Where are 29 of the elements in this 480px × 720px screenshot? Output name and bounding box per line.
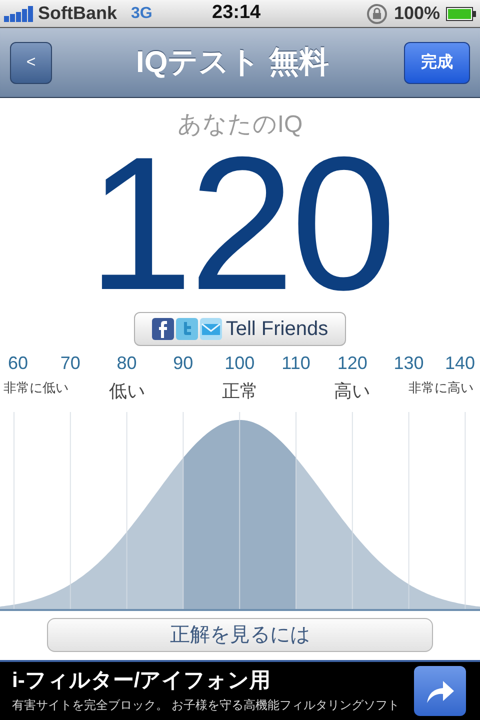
answer-button[interactable]: 正解を見るには: [47, 618, 433, 652]
scale-tick-label: 130: [394, 352, 424, 375]
signal-icon: [4, 6, 36, 22]
scale-tick-label: 80: [116, 352, 137, 375]
scale-tick-label: 120: [337, 352, 368, 375]
ad-title: i-フィルター/アイフォン用: [12, 668, 272, 694]
done-button[interactable]: 完成: [404, 42, 470, 84]
iq-score: 120: [87, 142, 392, 306]
result-label: あなたのIQ: [177, 110, 303, 140]
open-link-button[interactable]: [414, 666, 466, 716]
scale-tick-label: 60: [8, 352, 28, 375]
bird-app-icon: [176, 318, 198, 340]
battery-percent: 100%: [394, 2, 440, 25]
scale-tick-label: 90: [173, 352, 194, 375]
scale-tick-label: 110: [282, 352, 310, 375]
scale-tick-label: 70: [60, 352, 80, 375]
carrier-name: SoftBank: [38, 2, 118, 25]
scale-tick-label: 140: [444, 352, 476, 375]
mail-icon: [200, 318, 222, 340]
scale-tick-label: 100: [224, 352, 255, 375]
clock-time: 23:14: [212, 1, 261, 26]
back-button[interactable]: <: [10, 42, 52, 84]
tell-friends-button[interactable]: Tell Friends: [134, 312, 346, 346]
facebook-icon: [152, 318, 174, 340]
rotation-lock-icon: [366, 2, 388, 24]
screen-title: IQテスト 無料: [136, 45, 330, 81]
battery-icon: [446, 6, 476, 20]
ad-text: 有害サイトを完全ブロック。 お子様を守る高機能フィルタリングソフト: [12, 697, 400, 714]
network-type: 3G: [131, 4, 152, 24]
